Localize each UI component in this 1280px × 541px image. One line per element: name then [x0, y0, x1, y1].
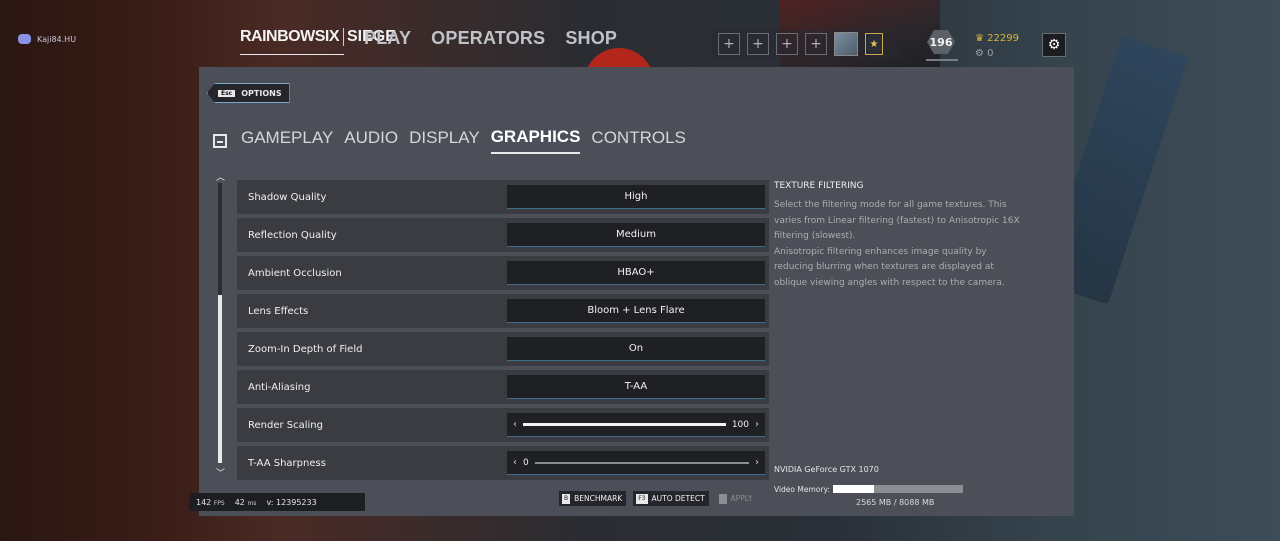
tab-audio[interactable]: AUDIO [344, 128, 398, 153]
game-logo[interactable]: RAINBOWSIX SIEGE [240, 28, 396, 55]
slider-track[interactable] [523, 422, 726, 426]
setting-value-dropdown[interactable]: Medium [507, 223, 765, 247]
slider-value: 100 [731, 419, 749, 430]
auto-detect-label: AUTO DETECT [651, 494, 705, 503]
discord-overlay: Kaji84.HU [18, 34, 76, 44]
nav-shop[interactable]: SHOP [565, 28, 617, 49]
setting-row-ambient-occlusion[interactable]: Ambient Occlusion HBAO+ [237, 256, 769, 290]
nav-play[interactable]: PLAY [364, 28, 411, 49]
setting-label: Reflection Quality [248, 229, 337, 241]
taa-sharpness-slider[interactable]: ‹ 0 › [507, 451, 765, 475]
performance-overlay: 142 FPS 42 ms v: 12395233 [189, 493, 365, 511]
currency-display: ♛ 22299 ⚙ 0 [975, 31, 1019, 61]
video-memory-label: Video Memory: [774, 485, 830, 494]
chevron-right-icon[interactable]: › [755, 419, 759, 430]
tab-controls[interactable]: CONTROLS [591, 128, 685, 153]
invite-slot-3[interactable]: + [776, 33, 798, 55]
description-body-2: Anisotropic filtering enhances image qua… [774, 246, 1005, 288]
benchmark-button[interactable]: B BENCHMARK [559, 491, 627, 506]
setting-label: Zoom-In Depth of Field [248, 343, 363, 355]
description-body-1: Select the filtering mode for all game t… [774, 200, 1020, 241]
back-options-button[interactable]: Esc OPTIONS [207, 83, 290, 103]
setting-label: Lens Effects [248, 305, 309, 317]
options-tabs: GAMEPLAY AUDIO DISPLAY GRAPHICS CONTROLS [213, 127, 686, 154]
chevron-right-icon[interactable]: › [755, 457, 759, 468]
key-f3-icon: F3 [636, 493, 648, 504]
action-buttons: B BENCHMARK F3 AUTO DETECT APPLY [559, 491, 756, 506]
chevron-left-icon[interactable]: ‹ [513, 419, 517, 430]
options-label: OPTIONS [241, 88, 282, 98]
esc-key-icon: Esc [218, 89, 236, 97]
fps-unit: FPS [213, 499, 225, 507]
slider-track[interactable] [534, 461, 749, 464]
r6-credits-icon: ⚙ [975, 48, 984, 59]
tab-display[interactable]: DISPLAY [409, 128, 480, 153]
key-icon [718, 493, 727, 504]
tab-gameplay[interactable]: GAMEPLAY [241, 128, 333, 153]
gpu-name: NVIDIA GeForce GTX 1070 [774, 465, 879, 474]
description-title: TEXTURE FILTERING [774, 181, 864, 191]
key-b-icon: B [562, 493, 571, 504]
scroll-down-icon[interactable]: ﹀ [216, 466, 225, 479]
squad-slots: + + + + ★ [712, 30, 902, 58]
settings-button[interactable]: ⚙ [1042, 33, 1066, 57]
ping-unit: ms [247, 499, 257, 507]
benchmark-label: BENCHMARK [574, 494, 623, 503]
fps-value: 142 [196, 497, 212, 507]
nav-operators[interactable]: OPERATORS [431, 28, 545, 49]
setting-row-taa-sharpness[interactable]: T-AA Sharpness ‹ 0 › [237, 446, 769, 480]
apply-button[interactable]: APPLY [716, 491, 757, 506]
setting-row-render-scaling[interactable]: Render Scaling ‹ 100 › [237, 408, 769, 442]
setting-label: T-AA Sharpness [248, 457, 326, 469]
scroll-up-icon[interactable]: ︿ [216, 170, 225, 183]
setting-label: Ambient Occlusion [248, 267, 342, 279]
setting-value-dropdown[interactable]: T-AA [507, 375, 765, 399]
scrollbar-thumb[interactable] [218, 295, 222, 463]
setting-value-dropdown[interactable]: On [507, 337, 765, 361]
invite-slot-1[interactable]: + [718, 33, 740, 55]
video-memory-text: 2565 MB / 8088 MB [856, 498, 935, 507]
avatar[interactable] [834, 32, 858, 56]
renown-icon: ♛ [975, 33, 984, 44]
setting-row-shadow-quality[interactable]: Shadow Quality High [237, 180, 769, 214]
top-navigation: RAINBOWSIX SIEGE PLAY OPERATORS SHOP [240, 28, 617, 55]
rank-badge-icon: ★ [865, 33, 883, 55]
discord-username: Kaji84.HU [37, 34, 77, 44]
slider-value: 0 [523, 457, 529, 468]
setting-row-reflection-quality[interactable]: Reflection Quality Medium [237, 218, 769, 252]
tab-graphics[interactable]: GRAPHICS [490, 127, 581, 154]
slider-fill [523, 422, 726, 426]
r6-credits-amount: 0 [987, 48, 994, 59]
auto-detect-button[interactable]: F3 AUTO DETECT [633, 491, 709, 506]
setting-value-dropdown[interactable]: Bloom + Lens Flare [507, 299, 765, 323]
video-memory-bar [833, 485, 963, 493]
renown-amount: 22299 [987, 33, 1019, 44]
setting-row-lens-effects[interactable]: Lens Effects Bloom + Lens Flare [237, 294, 769, 328]
setting-row-zoom-dof[interactable]: Zoom-In Depth of Field On [237, 332, 769, 366]
setting-label: Shadow Quality [248, 191, 327, 203]
options-panel: Esc OPTIONS GAMEPLAY AUDIO DISPLAY GRAPH… [199, 67, 1074, 516]
menu-icon [213, 133, 227, 148]
setting-description: TEXTURE FILTERING Select the filtering m… [774, 181, 1024, 291]
setting-label: Anti-Aliasing [248, 381, 311, 393]
version-text: v: 12395233 [266, 497, 317, 507]
setting-row-anti-aliasing[interactable]: Anti-Aliasing T-AA [237, 370, 769, 404]
video-memory-fill [833, 485, 875, 493]
apply-label: APPLY [730, 494, 753, 503]
graphics-settings-list: Shadow Quality High Reflection Quality M… [237, 180, 769, 484]
ping-value: 42 [234, 497, 245, 507]
setting-label: Render Scaling [248, 419, 323, 431]
render-scaling-slider[interactable]: ‹ 100 › [507, 413, 765, 437]
invite-slot-4[interactable]: + [805, 33, 827, 55]
setting-value-dropdown[interactable]: High [507, 185, 765, 209]
level-progress-bar [926, 59, 958, 61]
gear-icon: ⚙ [1047, 37, 1061, 53]
chevron-left-icon[interactable]: ‹ [513, 457, 517, 468]
discord-icon [18, 34, 31, 44]
setting-value-dropdown[interactable]: HBAO+ [507, 261, 765, 285]
invite-slot-2[interactable]: + [747, 33, 769, 55]
